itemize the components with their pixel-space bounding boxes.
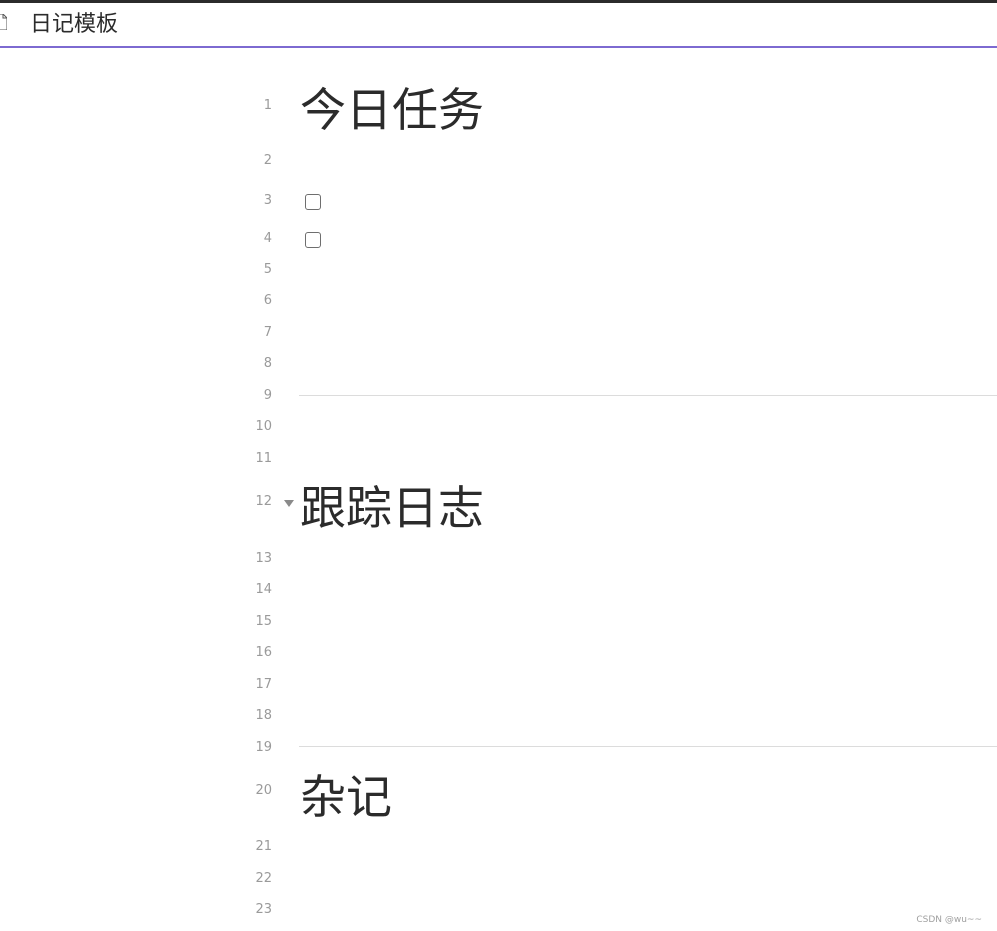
chevron-down-icon[interactable] bbox=[284, 500, 294, 507]
line-number: 15 bbox=[255, 614, 272, 629]
line-number: 2 bbox=[263, 153, 272, 168]
line-number: 13 bbox=[255, 551, 272, 566]
horizontal-rule bbox=[299, 395, 997, 396]
tab-title[interactable]: 日记模板 bbox=[30, 12, 118, 38]
line-number: 20 bbox=[255, 783, 272, 798]
line-number: 18 bbox=[255, 708, 272, 723]
line-number: 4 bbox=[263, 231, 272, 246]
task-checkbox[interactable] bbox=[305, 194, 321, 210]
line-number: 10 bbox=[255, 419, 272, 434]
line-number: 17 bbox=[255, 677, 272, 692]
line-number: 1 bbox=[263, 98, 272, 113]
heading-today-tasks[interactable]: 今日任务 bbox=[300, 82, 484, 138]
heading-notes[interactable]: 杂记 bbox=[300, 769, 392, 825]
line-number: 19 bbox=[255, 740, 272, 755]
horizontal-rule bbox=[299, 746, 997, 747]
line-number: 11 bbox=[255, 451, 272, 466]
line-number: 9 bbox=[263, 388, 272, 403]
line-number: 22 bbox=[255, 871, 272, 886]
line-number: 23 bbox=[255, 902, 272, 917]
task-checkbox[interactable] bbox=[305, 232, 321, 248]
line-number: 3 bbox=[263, 193, 272, 208]
line-number: 16 bbox=[255, 645, 272, 660]
line-number: 7 bbox=[263, 325, 272, 340]
heading-tracking-log[interactable]: 跟踪日志 bbox=[300, 480, 484, 536]
line-number: 5 bbox=[263, 262, 272, 277]
line-number: 14 bbox=[255, 582, 272, 597]
line-number: 12 bbox=[255, 494, 272, 509]
file-icon bbox=[0, 14, 7, 30]
line-number: 21 bbox=[255, 839, 272, 854]
watermark: CSDN @wu~~ bbox=[916, 915, 982, 925]
line-number: 6 bbox=[263, 293, 272, 308]
editor-area[interactable]: 1 2 3 4 5 6 7 8 9 10 11 12 13 14 15 16 1… bbox=[0, 48, 997, 931]
line-number: 8 bbox=[263, 356, 272, 371]
tab-bar: 日记模板 bbox=[0, 3, 997, 46]
